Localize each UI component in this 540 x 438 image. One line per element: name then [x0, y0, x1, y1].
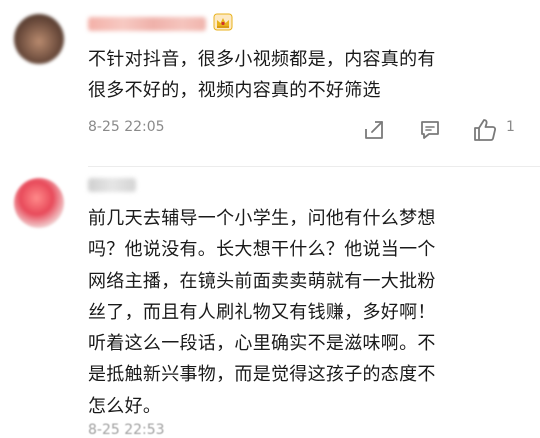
- username-blurred[interactable]: [88, 17, 206, 31]
- share-button[interactable]: [360, 116, 388, 144]
- avatar[interactable]: [14, 14, 64, 64]
- share-icon: [365, 121, 383, 139]
- thumbs-up-icon: [474, 119, 497, 141]
- comment-item: 前几天去辅导一个小学生，问他有什么梦想 吗？他说没有。长大想干什么？他说当一个 …: [0, 170, 540, 438]
- avatar[interactable]: [14, 178, 64, 228]
- crown-icon: [213, 13, 233, 31]
- divider: [88, 166, 540, 167]
- reply-icon: [421, 121, 439, 139]
- username-blurred[interactable]: [88, 178, 136, 192]
- comment-timestamp: 8-25 22:05: [88, 119, 165, 135]
- comment-text: 不针对抖音，很多小视频都是，内容真的有 很多不好的，视频内容真的不好筛选: [88, 49, 436, 102]
- reply-button[interactable]: [416, 116, 444, 144]
- like-count: 1: [506, 119, 515, 135]
- comment-timestamp: 8-25 22:53: [88, 422, 165, 438]
- comment-item: 不针对抖音，很多小视频都是，内容真的有 很多不好的，视频内容真的不好筛选 8-2…: [0, 0, 540, 170]
- comment-text: 前几天去辅导一个小学生，问他有什么梦想 吗？他说没有。长大想干什么？他说当一个 …: [88, 208, 436, 417]
- like-button[interactable]: [470, 116, 500, 144]
